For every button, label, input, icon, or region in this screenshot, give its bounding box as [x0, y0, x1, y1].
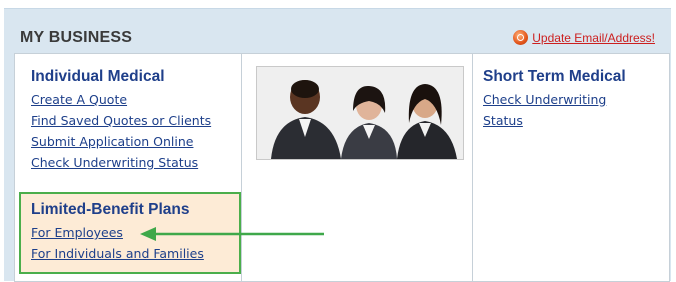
individual-medical-section: Individual Medical Create A Quote Find S… — [31, 68, 211, 173]
left-column: Individual Medical Create A Quote Find S… — [15, 54, 242, 281]
green-pointer-arrow-icon — [140, 227, 324, 241]
people-photo-illustration — [257, 67, 463, 159]
alert-icon — [513, 30, 529, 45]
short-term-medical-section: Short Term Medical Check Underwriting St… — [483, 68, 626, 131]
check-underwriting-status-stm-link[interactable]: Check Underwriting Status — [483, 89, 626, 131]
individual-medical-title: Individual Medical — [31, 68, 165, 85]
business-links-grid: Individual Medical Create A Quote Find S… — [14, 53, 670, 282]
update-email-address-link[interactable]: Update Email/Address! — [513, 30, 655, 45]
middle-column — [242, 54, 473, 281]
for-individuals-families-link[interactable]: For Individuals and Families — [31, 243, 204, 264]
limited-benefit-plans-title: Limited-Benefit Plans — [31, 201, 190, 218]
stm-link-line-2: Status — [483, 113, 523, 128]
check-underwriting-status-link[interactable]: Check Underwriting Status — [31, 152, 211, 173]
stm-link-line-1: Check Underwriting — [483, 92, 607, 107]
update-link-label: Update Email/Address! — [532, 30, 655, 45]
panel-title: MY BUSINESS — [20, 29, 133, 46]
create-quote-link[interactable]: Create A Quote — [31, 89, 211, 110]
business-people-photo — [256, 66, 464, 160]
find-saved-quotes-link[interactable]: Find Saved Quotes or Clients — [31, 110, 211, 131]
short-term-medical-title: Short Term Medical — [483, 68, 626, 85]
right-column: Short Term Medical Check Underwriting St… — [473, 54, 669, 281]
submit-application-link[interactable]: Submit Application Online — [31, 131, 211, 152]
